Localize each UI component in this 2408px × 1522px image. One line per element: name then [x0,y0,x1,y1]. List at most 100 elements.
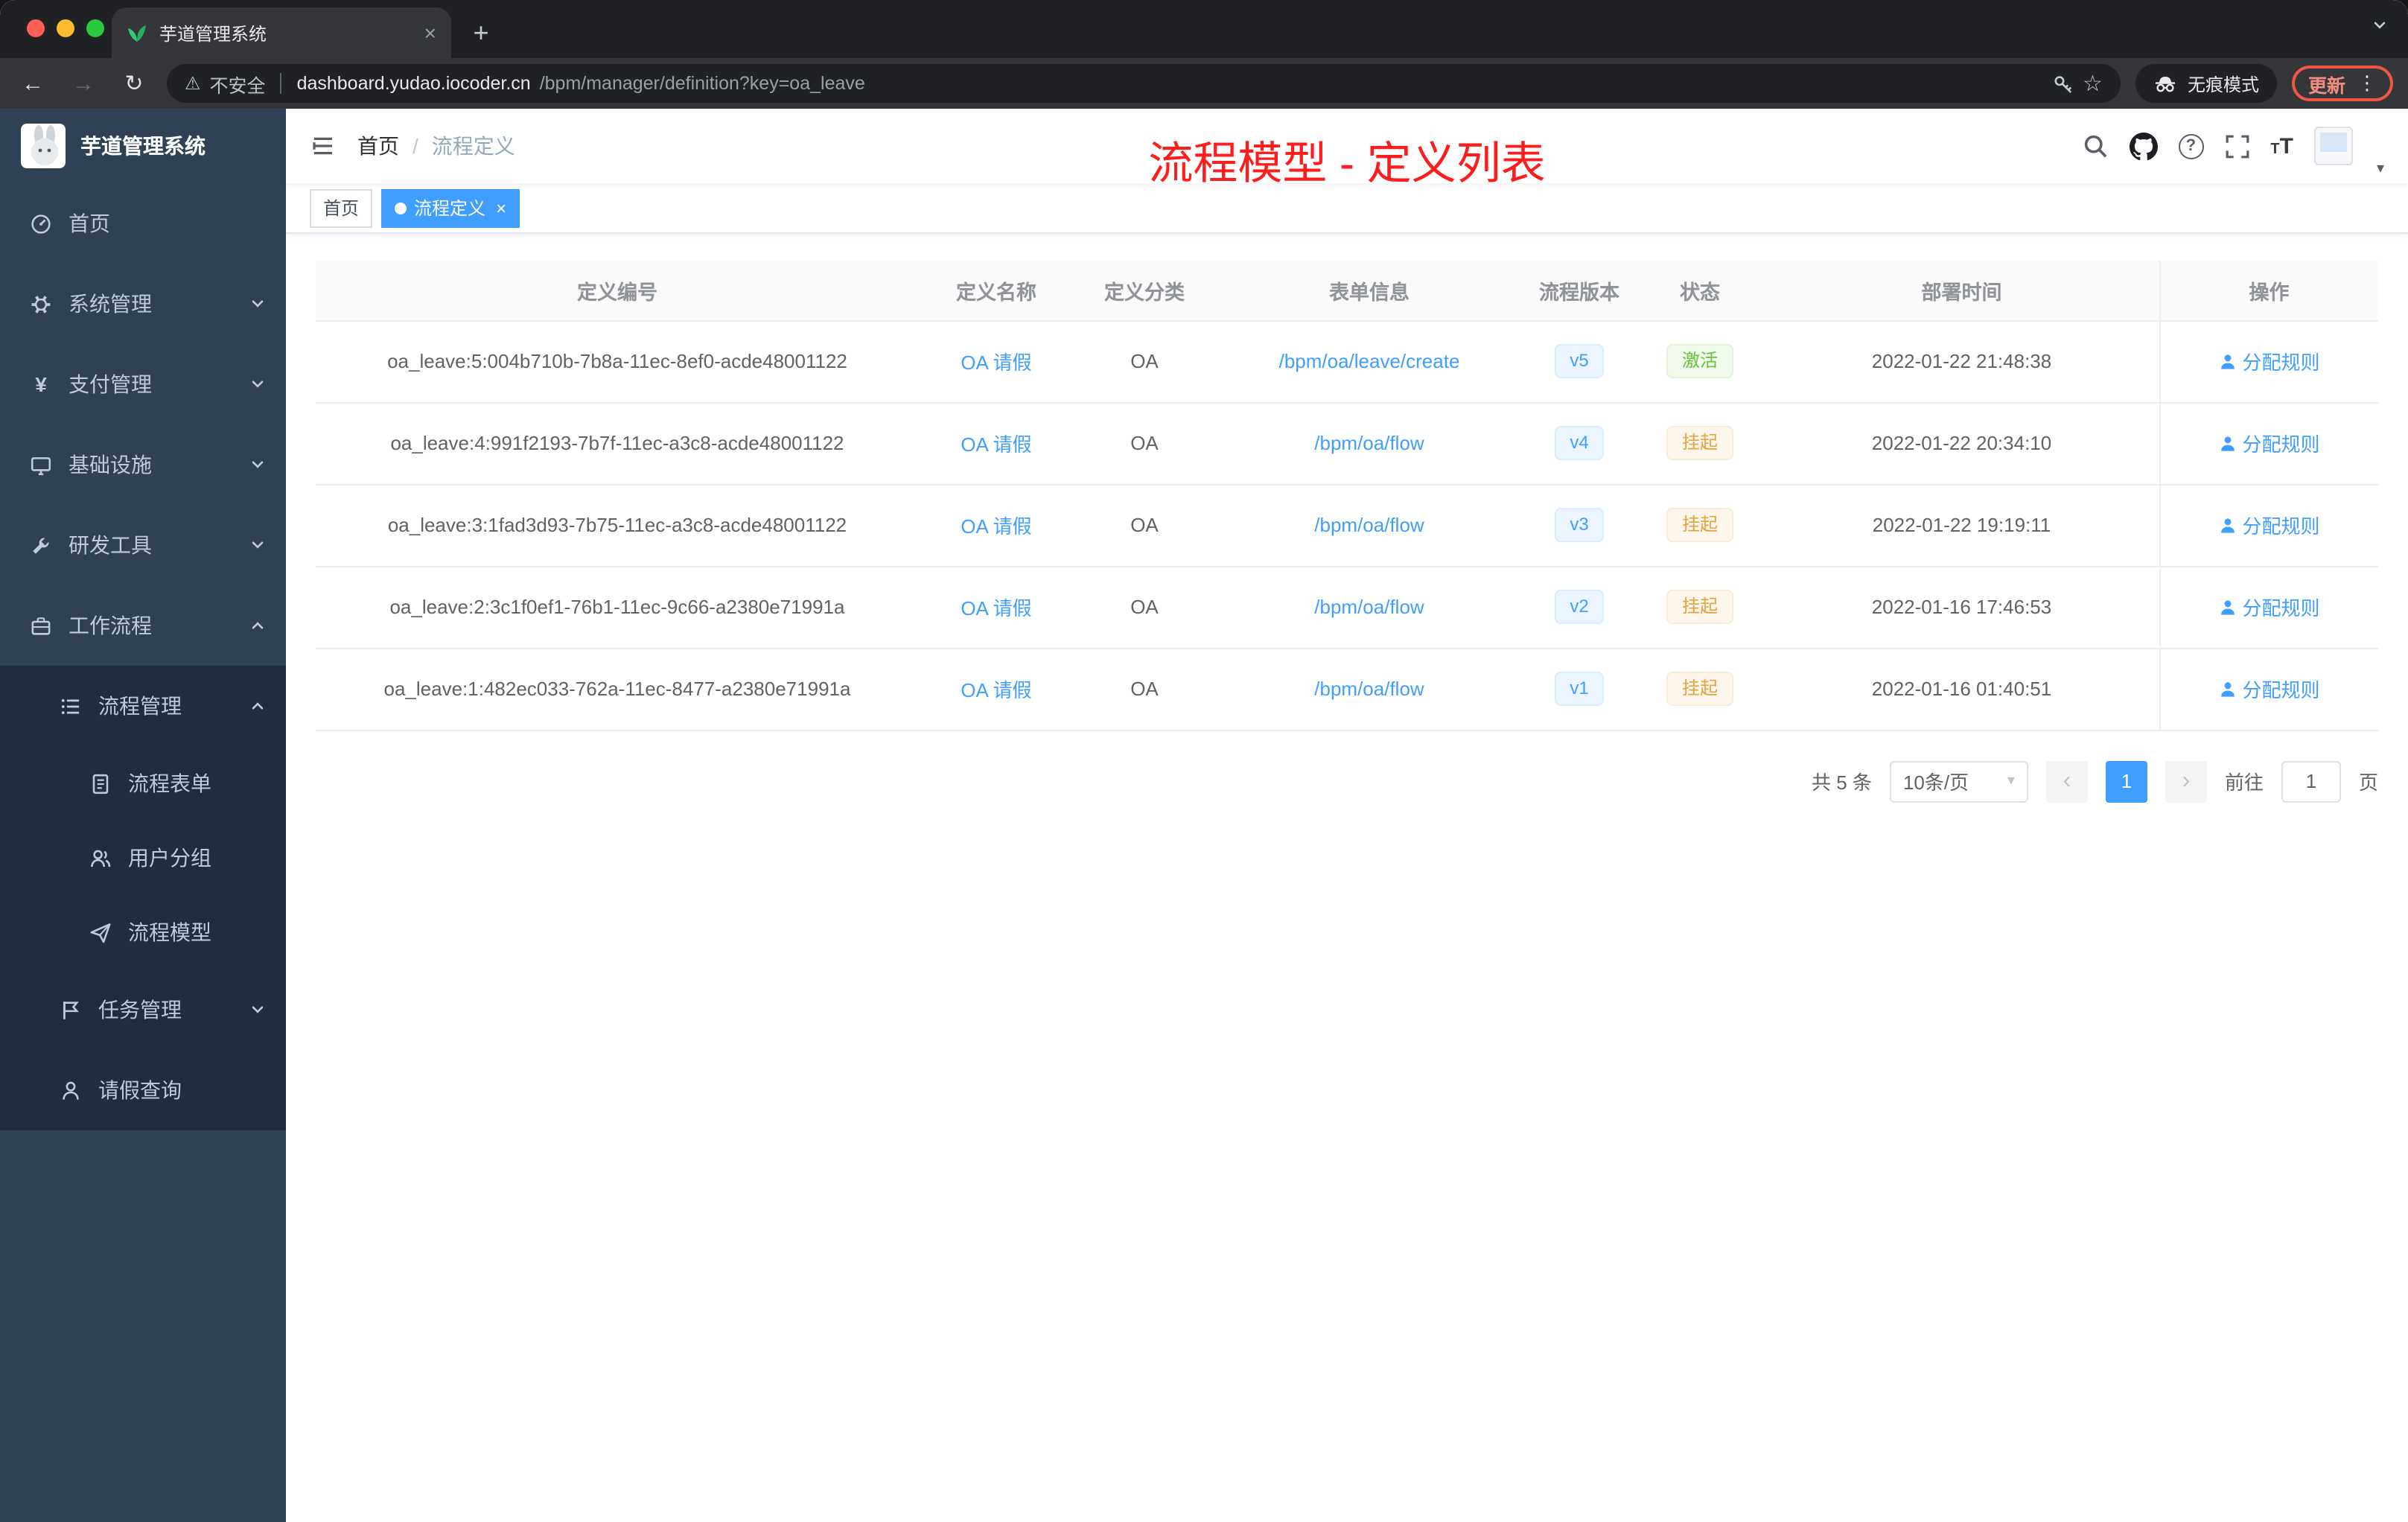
browser-toolbar: ← → ↻ ⚠ 不安全 dashboard.yudao.iocoder.cn/b… [0,58,2408,109]
form-link[interactable]: /bpm/oa/flow [1314,514,1424,536]
avatar-caret-icon[interactable]: ▾ [2377,161,2384,183]
zoom-window-button[interactable] [86,19,104,37]
sidebar-item-process-form[interactable]: 流程表单 [0,746,286,821]
goto-label: 前往 [2224,771,2264,794]
form-link[interactable]: /bpm/oa/leave/create [1279,350,1460,372]
sidebar-item-infrastructure[interactable]: 基础设施 [0,424,286,505]
fullscreen-icon[interactable] [2224,133,2249,159]
dashboard-icon [30,212,52,235]
col-header-category: 定义分类 [1074,261,1215,321]
minimize-window-button[interactable] [57,19,74,37]
status-badge: 挂起 [1666,589,1733,625]
sidebar-submenu-workflow: 流程管理 流程表单 用户分组 流程模型 任务管理 请假查询 [0,666,286,1130]
monitor-icon [30,453,52,476]
cell-definition-id: oa_leave:2:3c1f0ef1-76b1-11ec-9c66-a2380… [316,566,919,649]
sidebar-item-workflow[interactable]: 工作流程 [0,585,286,666]
definition-name-link[interactable]: OA 请假 [961,351,1031,374]
sidebar-item-payment[interactable]: ¥ 支付管理 [0,344,286,424]
address-bar[interactable]: ⚠ 不安全 dashboard.yudao.iocoder.cn/bpm/man… [167,64,2121,103]
chevron-up-icon [250,698,265,713]
cell-deploy-time: 2022-01-22 20:34:10 [1765,402,2159,485]
sidebar-item-dev-tools[interactable]: 研发工具 [0,505,286,585]
password-key-icon[interactable] [2051,72,2074,95]
tag-home[interactable]: 首页 [310,188,373,227]
update-label: 更新 [2307,75,2345,96]
definition-name-link[interactable]: OA 请假 [961,515,1031,538]
sidebar-item-task-management[interactable]: 任务管理 [0,969,286,1050]
breadcrumb: 首页 / 流程定义 [357,131,515,161]
cell-definition-id: oa_leave:1:482ec033-762a-11ec-8477-a2380… [316,648,919,730]
table-row: oa_leave:3:1fad3d93-7b75-11ec-a3c8-acde4… [316,484,2378,567]
cell-deploy-time: 2022-01-16 17:46:53 [1765,566,2159,649]
assign-rule-link[interactable]: 分配规则 [2218,429,2320,457]
help-icon[interactable]: ? [2178,133,2204,159]
close-window-button[interactable] [27,19,45,37]
pagination-total: 共 5 条 [1812,771,1872,794]
tab-close-icon[interactable]: × [424,21,436,45]
definition-name-link[interactable]: OA 请假 [961,679,1031,701]
tag-process-definition[interactable]: 流程定义 × [381,188,520,227]
tag-close-icon[interactable]: × [496,197,506,218]
app-logo-row[interactable]: 芋道管理系统 [0,109,286,183]
prev-page-button[interactable]: ‹ [2045,760,2088,802]
tab-search-chevron-icon[interactable] [2372,18,2387,33]
assign-rule-link[interactable]: 分配规则 [2218,593,2320,621]
table-row: oa_leave:1:482ec033-762a-11ec-8477-a2380… [316,648,2378,730]
sidebar-item-system[interactable]: 系统管理 [0,264,286,344]
chevron-down-icon [250,538,265,553]
col-header-deploy-time: 部署时间 [1765,261,2159,321]
col-header-actions: 操作 [2159,261,2378,321]
next-page-button[interactable]: › [2165,760,2207,802]
gear-icon [30,293,52,315]
definition-name-link[interactable]: OA 请假 [961,597,1031,620]
yen-icon: ¥ [35,372,47,396]
assign-rule-link[interactable]: 分配规则 [2218,347,2320,375]
github-icon[interactable] [2129,132,2158,160]
sidebar-item-leave-query[interactable]: 请假查询 [0,1050,286,1130]
col-header-form: 表单信息 [1215,261,1523,321]
sidebar-item-home[interactable]: 首页 [0,183,286,264]
bookmark-star-icon[interactable]: ☆ [2083,70,2103,97]
cell-deploy-time: 2022-01-16 01:40:51 [1765,648,2159,730]
sidebar-collapse-icon[interactable] [310,133,337,159]
tab-title: 芋道管理系统 [159,23,267,44]
form-link[interactable]: /bpm/oa/flow [1314,432,1424,454]
cell-definition-id: oa_leave:3:1fad3d93-7b75-11ec-a3c8-acde4… [316,484,919,567]
page-size-select[interactable]: 10条/页 ▾ [1889,760,2028,802]
form-link[interactable]: /bpm/oa/flow [1314,678,1424,700]
forward-button[interactable]: → [66,71,101,96]
assign-rule-link[interactable]: 分配规则 [2218,511,2320,539]
chrome-update-menu-button[interactable]: 更新 ⋮ [2291,66,2393,101]
status-badge: 挂起 [1666,425,1733,461]
search-icon[interactable] [2081,133,2108,159]
cell-category: OA [1074,648,1215,730]
col-header-name: 定义名称 [919,261,1074,321]
browser-tab[interactable]: 芋道管理系统 × [112,7,451,58]
definition-name-link[interactable]: OA 请假 [961,433,1031,456]
status-badge: 挂起 [1666,507,1733,543]
page-number-1[interactable]: 1 [2105,760,2147,802]
sidebar-item-process-model[interactable]: 流程模型 [0,895,286,969]
sidebar: 芋道管理系统 首页 系统管理 ¥ 支付管理 基础设施 研发工具 工作流程 流程管… [0,109,286,1522]
cell-deploy-time: 2022-01-22 21:48:38 [1765,320,2159,403]
table-row: oa_leave:2:3c1f0ef1-76b1-11ec-9c66-a2380… [316,566,2378,649]
goto-page-input[interactable] [2281,760,2341,802]
app-title: 芋道管理系统 [80,134,206,158]
sidebar-item-process-management[interactable]: 流程管理 [0,666,286,746]
reload-button[interactable]: ↻ [116,70,152,97]
table-header-row: 定义编号 定义名称 定义分类 表单信息 流程版本 状态 部署时间 操作 [316,261,2378,321]
kebab-menu-icon: ⋮ [2357,71,2377,94]
active-dot [395,202,407,214]
font-size-icon[interactable]: TT [2270,135,2293,157]
back-button[interactable]: ← [15,71,51,96]
chevron-down-icon [250,377,265,392]
cell-category: OA [1074,484,1215,567]
sidebar-item-user-group[interactable]: 用户分组 [0,821,286,895]
user-avatar[interactable] [2313,127,2353,165]
user-icon [60,1079,82,1101]
assign-rule-link[interactable]: 分配规则 [2218,675,2320,703]
breadcrumb-home[interactable]: 首页 [357,131,399,161]
security-label: 不安全 [209,75,266,96]
form-link[interactable]: /bpm/oa/flow [1314,596,1424,618]
new-tab-button[interactable]: + [460,12,502,54]
